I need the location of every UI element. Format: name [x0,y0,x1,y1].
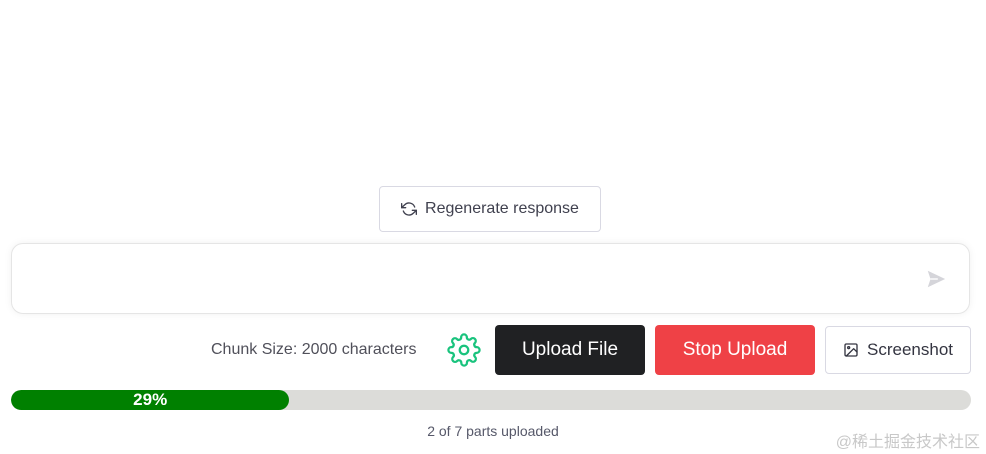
gear-icon[interactable] [447,333,481,367]
regenerate-response-button[interactable]: Regenerate response [379,186,601,232]
prompt-box [11,243,970,314]
send-button[interactable] [925,268,947,290]
watermark: @稀土掘金技术社区 [835,434,980,451]
upload-progress-bar: 29% [11,390,971,410]
progress-fill: 29% [11,390,290,410]
screenshot-button[interactable]: Screenshot [825,326,971,374]
refresh-icon [401,201,418,217]
image-icon [843,342,859,358]
screenshot-label: Screenshot [867,340,953,359]
regenerate-label: Regenerate response [425,200,579,217]
progress-percent: 29% [133,390,168,409]
upload-controls: Chunk Size: 2000 characters Upload File … [0,325,986,375]
chunk-size-label: Chunk Size: 2000 characters [211,341,417,358]
upload-file-button[interactable]: Upload File [495,325,645,375]
prompt-input[interactable] [28,258,912,302]
stop-upload-button[interactable]: Stop Upload [655,325,815,375]
send-icon [925,268,947,290]
